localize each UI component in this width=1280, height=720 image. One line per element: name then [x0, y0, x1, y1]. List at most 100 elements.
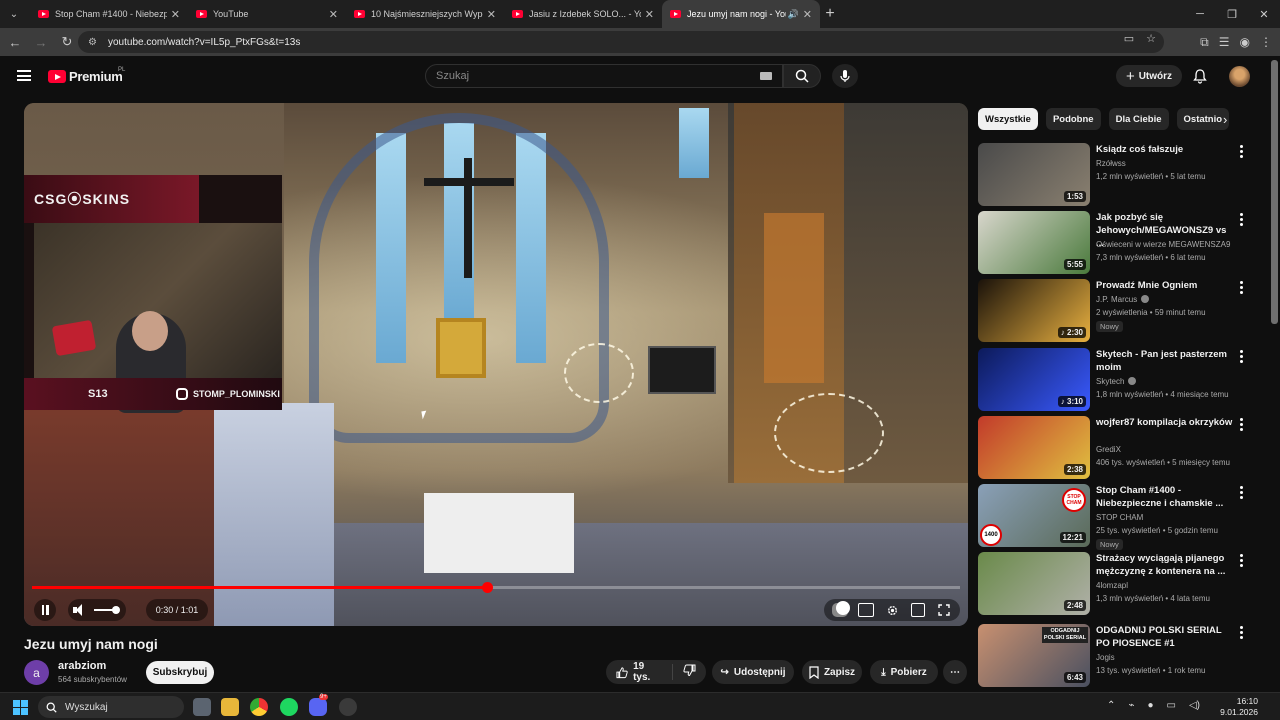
recommendation-item[interactable]: ♪ 3:10 Skytech - Pan jest pasterzem moim S…: [978, 348, 1258, 412]
mic-tray-icon[interactable]: ●: [1147, 700, 1153, 711]
download-button[interactable]: ⤓ Pobierz: [870, 660, 938, 684]
steam-icon[interactable]: [339, 698, 357, 716]
recommendation-item[interactable]: STOP CHAM 1400 12:21 Stop Cham #1400 - Nieb…: [978, 484, 1258, 550]
search-button[interactable]: [783, 64, 821, 88]
taskbar-clock[interactable]: 16:10 9.01.2026: [1220, 696, 1258, 718]
recommendation-channel[interactable]: J.P. Marcus: [1096, 295, 1150, 304]
recommendation-item[interactable]: 2:38 wojfer87 kompilacja okrzyków GrediX 40…: [978, 416, 1258, 480]
voice-search-button[interactable]: [832, 64, 858, 88]
minimize-icon[interactable]: ─: [1184, 8, 1216, 20]
channel-name[interactable]: arabziom: [58, 660, 106, 672]
chip-recent[interactable]: Ostatnio: [1176, 108, 1230, 130]
tray-chevron-icon[interactable]: ⌃: [1107, 700, 1115, 711]
video-thumbnail[interactable]: STOP CHAM 1400 12:21: [978, 484, 1090, 547]
recommendation-title[interactable]: Stop Cham #1400 - Niebezpieczne i chamsk…: [1096, 484, 1236, 510]
install-app-icon[interactable]: ▭: [1124, 32, 1134, 45]
dislike-button[interactable]: [673, 664, 706, 680]
like-button[interactable]: 19 tys.: [606, 661, 673, 683]
spotify-icon[interactable]: [280, 698, 298, 716]
profile-icon[interactable]: ◉: [1240, 35, 1250, 49]
chip-related[interactable]: Podobne: [1045, 108, 1101, 130]
browser-tab[interactable]: YouTube ✕: [188, 0, 346, 28]
video-thumbnail[interactable]: ♪ 2:30: [978, 279, 1090, 342]
browser-tab[interactable]: 10 Najśmieszniejszych Wypowiedzi ✕: [346, 0, 504, 28]
progress-scrubber[interactable]: [481, 582, 493, 593]
volume-icon[interactable]: [72, 603, 86, 617]
close-window-icon[interactable]: ✕: [1248, 8, 1280, 21]
keyboard-icon[interactable]: [760, 72, 772, 80]
fullscreen-button[interactable]: [936, 603, 952, 617]
video-thumbnail[interactable]: ♪ 3:10: [978, 348, 1090, 411]
recommendation-item[interactable]: 5:55 Jak pozbyć się Jehowych/MEGAWONSZ9 v…: [978, 211, 1258, 275]
more-vertical-icon[interactable]: [1237, 418, 1245, 431]
recommendation-title[interactable]: Skytech - Pan jest pasterzem moim: [1096, 348, 1236, 374]
site-info-icon[interactable]: ⚙: [88, 37, 100, 48]
browser-menu-icon[interactable]: ⋮: [1260, 35, 1272, 49]
task-view-icon[interactable]: [193, 698, 211, 716]
taskbar-search[interactable]: Wyszukaj: [38, 696, 184, 718]
video-thumbnail[interactable]: 2:48: [978, 552, 1090, 615]
volume-knob[interactable]: [112, 606, 120, 614]
more-vertical-icon[interactable]: [1237, 281, 1245, 294]
extensions-icon[interactable]: ⧉: [1200, 35, 1209, 50]
recommendation-item[interactable]: ODGADNIJ POLSKI SERIAL 6:43 ODGADNIJ POLSK…: [978, 624, 1258, 688]
restore-icon[interactable]: ❐: [1216, 8, 1248, 21]
more-vertical-icon[interactable]: [1237, 486, 1245, 499]
browser-tab[interactable]: Jasiu z Izdebek SOLO... - YouTube ✕: [504, 0, 662, 28]
chevron-right-icon[interactable]: ›: [1223, 112, 1227, 127]
tab-close-icon[interactable]: ✕: [171, 8, 180, 21]
tab-audio-icon[interactable]: 🔊: [788, 9, 799, 20]
display-icon[interactable]: ▭: [1167, 700, 1176, 711]
recommendation-item[interactable]: 1:53 Ksiądz coś fałszuje Rzółwss 1,2 mln wy…: [978, 143, 1258, 207]
channel-avatar[interactable]: a: [24, 660, 49, 685]
autoplay-toggle[interactable]: [832, 601, 850, 617]
browser-tab-active[interactable]: Jezu umyj nam nogi - YouTube 🔊 ✕: [662, 0, 820, 28]
theater-mode-button[interactable]: [910, 603, 926, 617]
settings-button[interactable]: [884, 603, 900, 617]
recommendation-title[interactable]: wojfer87 kompilacja okrzyków: [1096, 416, 1236, 429]
tab-search-button[interactable]: ⌄: [4, 4, 24, 24]
tab-close-icon[interactable]: ✕: [645, 8, 654, 21]
youtube-premium-logo[interactable]: Premium PL: [48, 67, 125, 84]
file-explorer-icon[interactable]: [221, 698, 239, 716]
reading-list-icon[interactable]: ☰: [1219, 35, 1230, 49]
recommendation-title[interactable]: Prowadź Mnie Ogniem: [1096, 279, 1236, 292]
more-vertical-icon[interactable]: [1237, 145, 1245, 158]
volume-control[interactable]: [68, 599, 126, 621]
video-thumbnail[interactable]: 2:38: [978, 416, 1090, 479]
user-avatar[interactable]: [1229, 66, 1250, 87]
save-button[interactable]: Zapisz: [802, 660, 862, 684]
recommendation-title[interactable]: ODGADNIJ POLSKI SERIAL PO PIOSENCE #1: [1096, 624, 1236, 650]
network-icon[interactable]: ⌁: [1128, 700, 1134, 711]
bookmark-star-icon[interactable]: ☆: [1146, 32, 1156, 45]
recommendation-channel[interactable]: Jogis: [1096, 653, 1115, 662]
search-input[interactable]: Szukaj: [425, 64, 783, 88]
video-thumbnail[interactable]: 5:55: [978, 211, 1090, 274]
pause-button[interactable]: [34, 599, 56, 621]
tab-close-icon[interactable]: ✕: [487, 8, 496, 21]
more-vertical-icon[interactable]: [1237, 626, 1245, 639]
recommendation-channel[interactable]: STOP CHAM: [1096, 513, 1143, 522]
discord-icon[interactable]: 9+: [309, 694, 328, 716]
tab-close-icon[interactable]: ✕: [329, 8, 338, 21]
more-vertical-icon[interactable]: [1237, 213, 1245, 226]
subscribe-button[interactable]: Subskrybuj: [146, 661, 214, 684]
recommendation-channel[interactable]: 4lomzapl: [1096, 581, 1128, 590]
recommendation-item[interactable]: ♪ 2:30 Prowadź Mnie Ogniem J.P. Marcus 2 wy…: [978, 279, 1258, 343]
back-icon[interactable]: ←: [4, 35, 26, 50]
video-player[interactable]: CSG⦿SKINS S13 STOMP_PLOMINSKI 0:30 / 1:0…: [24, 103, 968, 626]
share-button[interactable]: ↪ Udostępnij: [712, 660, 794, 684]
more-vertical-icon[interactable]: [1237, 554, 1245, 567]
tab-close-icon[interactable]: ✕: [803, 8, 812, 21]
recommendation-title[interactable]: Strażacy wyciągają pijanego mężczyznę z …: [1096, 552, 1236, 578]
menu-icon[interactable]: [17, 70, 31, 81]
new-tab-button[interactable]: +: [820, 5, 840, 23]
video-thumbnail[interactable]: 1:53: [978, 143, 1090, 206]
forward-icon[interactable]: →: [30, 35, 52, 50]
recommendation-channel[interactable]: GrediX: [1096, 445, 1121, 454]
progress-bar[interactable]: [32, 582, 960, 593]
create-button[interactable]: + Utwórz: [1116, 65, 1182, 87]
recommendation-channel[interactable]: Rzółwss: [1096, 159, 1126, 168]
recommendation-item[interactable]: 2:48 Strażacy wyciągają pijanego mężczyzn…: [978, 552, 1258, 616]
recommendation-channel[interactable]: Oświeceni w wierze MEGAWENSZA9: [1096, 240, 1230, 249]
